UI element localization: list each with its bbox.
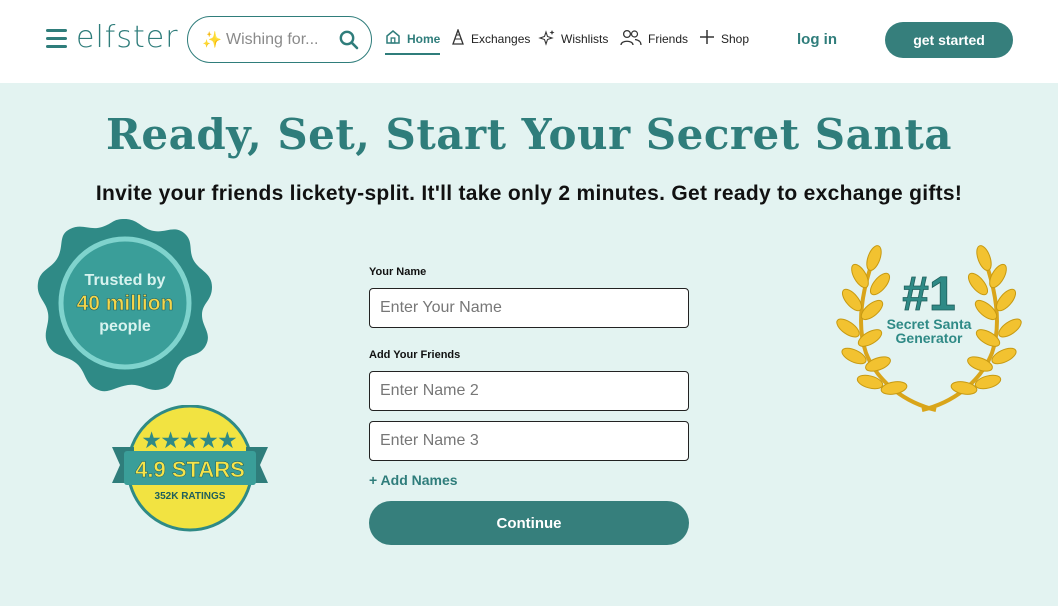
login-link[interactable]: log in [797,31,837,48]
friend-name-input-2[interactable] [369,371,689,411]
sparkle-emoji-icon: ✨ [202,32,222,49]
nav-wishlists-label: Wishlists [561,32,609,46]
star-icons: ★★★★★ [143,430,238,452]
rating-badge: ★★★★★ 4.9 STARS 352K RATINGS [112,405,268,532]
five-stars: ★★★★★ [143,430,238,452]
rating-value: 4.9 STARS [135,457,245,482]
continue-button[interactable]: Continue [369,501,689,545]
your-name-label: Your Name [369,266,427,278]
nav-shop-label: Shop [721,32,750,46]
plus-icon [700,30,714,44]
add-friends-label: Add Your Friends [369,349,461,361]
hamburger-menu-icon[interactable] [46,29,67,49]
friends-icon [620,29,642,46]
nav-friends[interactable]: Friends [620,26,688,56]
elfster-logo[interactable]: elfster [76,20,179,55]
page-subtitle: Invite your friends lickety-split. It'll… [95,182,963,205]
badge-trusted-line1: Trusted by [85,272,166,289]
nav-exchanges[interactable]: Exchanges [451,26,530,56]
nav-friends-label: Friends [648,32,689,46]
nav-shop[interactable]: Shop [699,26,749,56]
page-title: Ready, Set, Start Your Secret Santa [106,110,952,159]
friend-name-input-3[interactable] [369,421,689,461]
secret-santa-form: Your Name Add Your Friends + Add Names C… [369,266,689,545]
home-icon [386,30,400,44]
badge-trusted-line3: people [99,318,151,335]
search-icon[interactable] [339,30,359,50]
nav-exchanges-label: Exchanges [471,32,531,46]
nav-home[interactable]: Home [385,26,441,55]
nav-wishlists[interactable]: Wishlists [538,26,608,56]
trusted-by-badge: Trusted by 40 million people [37,219,212,392]
ratings-count: 352K RATINGS [155,491,226,502]
gift-cone-icon [452,29,464,45]
search-box[interactable]: ✨ [187,16,372,63]
add-names-link[interactable]: + Add Names [369,472,689,488]
search-input[interactable] [226,29,326,51]
number-one-badge: #1 Secret Santa Generator [836,245,1022,412]
get-started-button[interactable]: get started [885,22,1013,58]
rank-number: #1 [902,268,955,321]
top-nav-bar: elfster ✨ Home Exchanges Wishlists Frien… [0,0,1058,83]
rank-line2: Generator [896,330,963,346]
sparkle-icon [538,30,555,46]
your-name-input[interactable] [369,288,689,328]
nav-home-label: Home [407,32,441,46]
badge-trusted-line2: 40 million [77,292,174,315]
